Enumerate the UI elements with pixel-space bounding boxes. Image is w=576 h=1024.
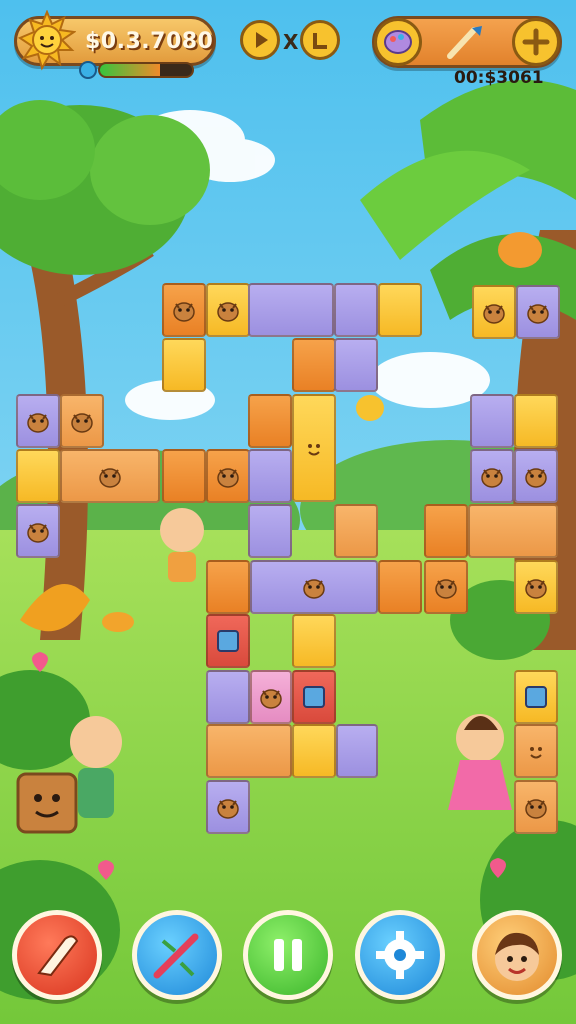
puzzle-tile[interactable]	[250, 560, 378, 614]
puzzle-tile[interactable]	[292, 724, 336, 778]
settings-button[interactable]	[355, 910, 445, 1000]
critter-icon	[217, 302, 239, 322]
puzzle-tile[interactable]	[206, 780, 250, 834]
puzzle-tile[interactable]	[248, 504, 292, 558]
puzzle-tile[interactable]	[292, 670, 336, 724]
smiley-icon	[308, 444, 320, 456]
paintbrush-icon[interactable]	[444, 22, 488, 62]
puzzle-tile[interactable]	[206, 614, 250, 668]
critter-icon	[525, 799, 547, 819]
puzzle-tile[interactable]	[292, 338, 336, 392]
puzzle-tile[interactable]	[162, 338, 206, 392]
magic-wand-icon	[153, 933, 199, 979]
critter-icon	[525, 468, 547, 488]
critter-icon	[71, 413, 93, 433]
puzzle-tile[interactable]	[16, 504, 60, 558]
critter-icon	[217, 468, 239, 488]
game-scene: $0.3.7080 X 00:$3061	[0, 0, 576, 1024]
critter-icon	[481, 468, 503, 488]
coin-amount: $0.3.7080	[85, 29, 214, 54]
gear-icon	[376, 931, 424, 979]
puzzle-tile[interactable]	[248, 449, 292, 503]
eraser-icon	[37, 935, 79, 977]
critter-icon	[483, 304, 505, 324]
puzzle-tile[interactable]	[292, 614, 336, 668]
energy-icon	[79, 61, 97, 79]
puzzle-tile[interactable]	[206, 283, 250, 337]
puzzle-tile[interactable]	[334, 504, 378, 558]
critter-icon	[217, 799, 239, 819]
critter-icon	[27, 523, 49, 543]
puzzle-tile[interactable]	[206, 670, 250, 724]
critter-icon	[27, 413, 49, 433]
puzzle-tile[interactable]	[162, 283, 206, 337]
puzzle-tile[interactable]	[334, 338, 378, 392]
puzzle-tile[interactable]	[60, 394, 104, 448]
critter-icon	[303, 579, 325, 599]
screen-icon	[217, 630, 239, 652]
puzzle-tile[interactable]	[292, 394, 336, 502]
puzzle-tile[interactable]	[378, 560, 422, 614]
puzzle-tile[interactable]	[514, 394, 558, 448]
profile-button[interactable]	[472, 910, 562, 1000]
puzzle-tile[interactable]	[514, 560, 558, 614]
puzzle-tile[interactable]	[250, 670, 292, 724]
puzzle-tile[interactable]	[206, 724, 292, 778]
critter-icon	[525, 579, 547, 599]
puzzle-tile[interactable]	[16, 449, 60, 503]
paint-palette-icon	[384, 30, 412, 54]
play-button[interactable]	[240, 20, 280, 60]
puzzle-tile[interactable]	[248, 394, 292, 448]
puzzle-tile[interactable]	[514, 780, 558, 834]
smiley-icon	[530, 747, 542, 759]
add-button[interactable]	[512, 18, 560, 66]
critter-icon	[527, 304, 549, 324]
puzzle-tile[interactable]	[514, 724, 558, 778]
puzzle-tile[interactable]	[514, 670, 558, 724]
energy-bar	[98, 62, 194, 78]
puzzle-tile[interactable]	[336, 724, 378, 778]
eraser-button[interactable]	[12, 910, 102, 1000]
pause-icon	[274, 939, 302, 971]
timer: 00:$3061	[454, 68, 544, 88]
critter-icon	[435, 579, 457, 599]
puzzle-tile[interactable]	[470, 394, 514, 448]
puzzle-tile[interactable]	[16, 394, 60, 448]
puzzle-tile[interactable]	[334, 283, 378, 337]
puzzle-tile[interactable]	[516, 285, 560, 339]
avatar-icon	[495, 932, 539, 981]
screen-icon	[525, 686, 547, 708]
plus-icon	[522, 28, 550, 56]
screen-icon	[303, 686, 325, 708]
puzzle-tile[interactable]	[378, 283, 422, 337]
critter-icon	[173, 302, 195, 322]
skip-icon	[313, 33, 327, 49]
puzzle-tile[interactable]	[514, 449, 558, 503]
puzzle-tile[interactable]	[162, 449, 206, 503]
puzzle-tile[interactable]	[424, 560, 468, 614]
skip-button[interactable]	[300, 20, 340, 60]
puzzle-tile[interactable]	[424, 504, 468, 558]
puzzle-tile[interactable]	[248, 283, 334, 337]
sun-icon	[18, 10, 76, 71]
puzzle-tile[interactable]	[206, 560, 250, 614]
puzzle-tile[interactable]	[206, 449, 250, 503]
puzzle-tile[interactable]	[60, 449, 160, 503]
puzzle-tile[interactable]	[472, 285, 516, 339]
play-icon	[256, 32, 268, 48]
multiplier-symbol: X	[283, 30, 299, 54]
critter-icon	[99, 468, 121, 488]
palette-button[interactable]	[374, 18, 422, 66]
pause-button[interactable]	[243, 910, 333, 1000]
critter-icon	[260, 689, 282, 709]
energy-fill	[100, 64, 160, 76]
puzzle-tile[interactable]	[468, 504, 558, 558]
puzzle-tile[interactable]	[470, 449, 514, 503]
wand-button[interactable]	[132, 910, 222, 1000]
